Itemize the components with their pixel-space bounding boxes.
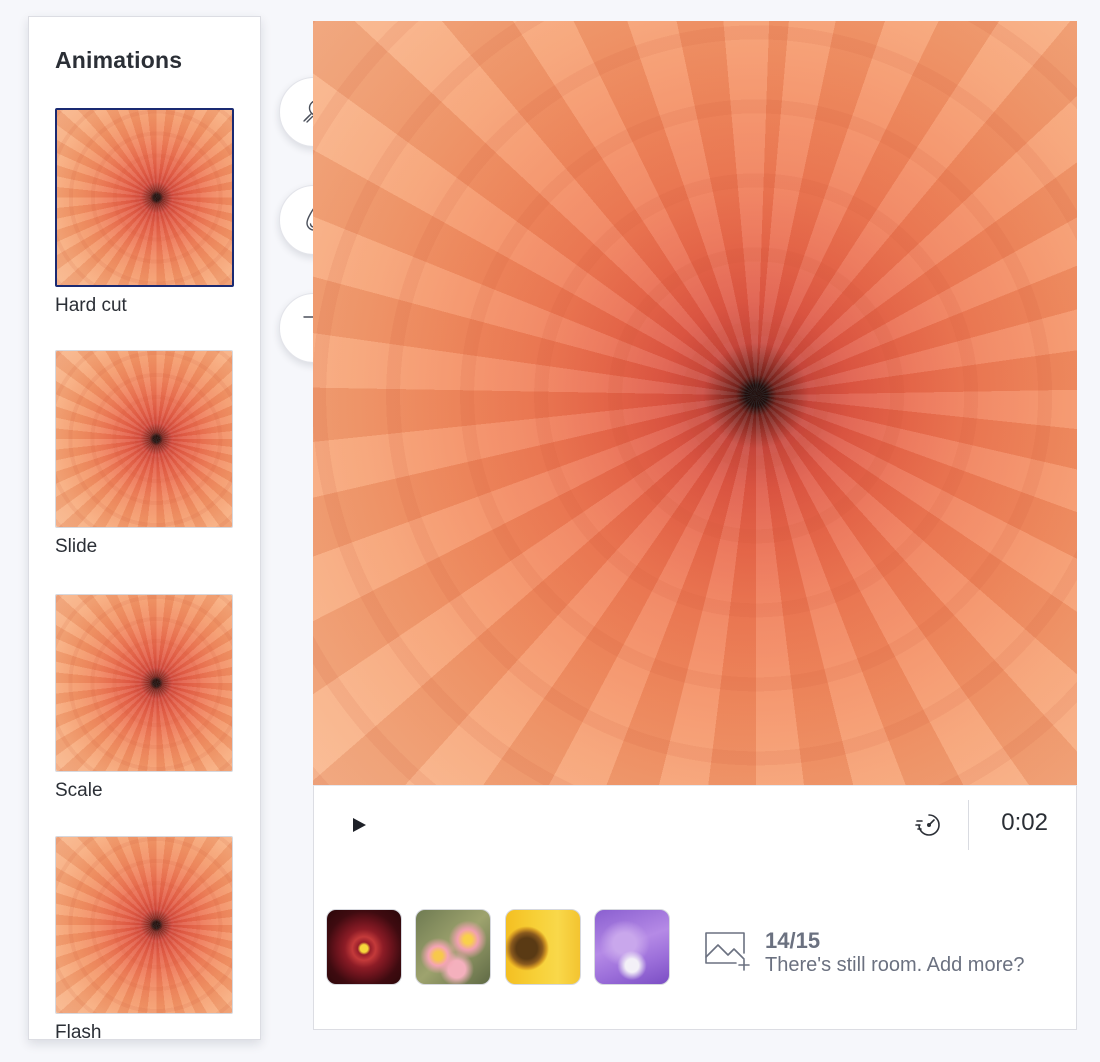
animation-label: Hard cut [55, 295, 127, 316]
speedometer-icon [915, 814, 940, 836]
photo-strip: 14/15 There's still room. Add more? [313, 863, 1077, 1030]
animation-thumbnail [55, 108, 234, 287]
animation-option-slide[interactable]: Slide [55, 350, 235, 558]
add-photo-icon [705, 932, 750, 971]
photo-thumbnail[interactable] [505, 909, 581, 985]
player-bar: 0:02 [313, 785, 1077, 865]
animations-panel: Animations Hard cut Slide Scale Flash [28, 16, 261, 1040]
animation-thumbnail [55, 594, 233, 772]
animation-option-flash[interactable]: Flash [55, 836, 235, 1040]
speed-button[interactable] [912, 808, 946, 842]
animation-label: Slide [55, 536, 98, 557]
photo-thumbnail[interactable] [415, 909, 491, 985]
preview-image [313, 21, 1077, 785]
play-button[interactable] [346, 812, 372, 838]
photo-thumbnail[interactable] [594, 909, 670, 985]
animation-label: Scale [55, 780, 103, 801]
animation-label: Flash [55, 1022, 102, 1040]
add-photo-button[interactable] [704, 929, 750, 973]
animation-option-hard-cut[interactable]: Hard cut [55, 108, 235, 317]
add-more-hint: There's still room. Add more? [765, 954, 1025, 976]
playback-time: 0:02 [1001, 809, 1048, 836]
animation-thumbnail [55, 836, 233, 1014]
photo-count: 14/15 [765, 928, 821, 953]
play-icon [353, 818, 366, 832]
animation-thumbnail [55, 350, 233, 528]
animation-option-scale[interactable]: Scale [55, 594, 235, 802]
photo-thumbnail[interactable] [326, 909, 402, 985]
panel-title: Animations [55, 47, 183, 73]
divider [968, 800, 969, 850]
